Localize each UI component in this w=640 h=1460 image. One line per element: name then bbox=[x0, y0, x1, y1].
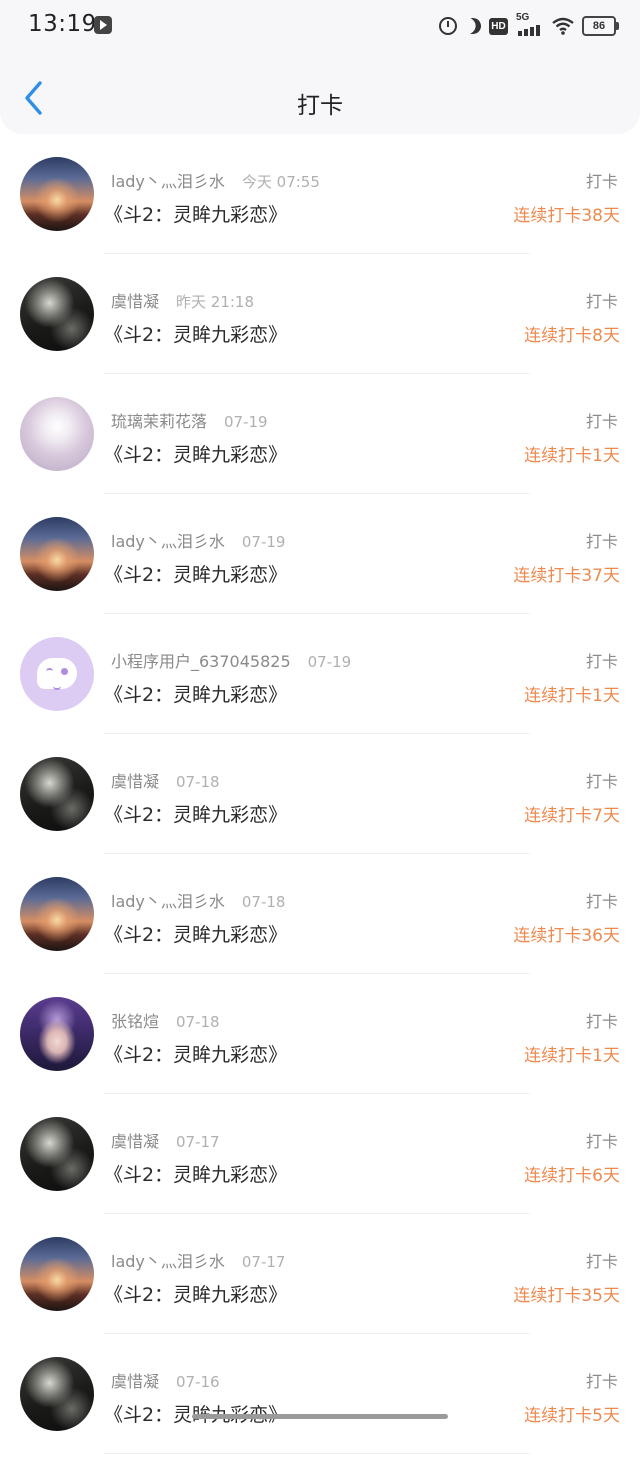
book-title: 《斗2：灵眸九彩恋》 bbox=[104, 1044, 288, 1066]
username[interactable]: lady丶灬泪彡水 bbox=[111, 168, 225, 192]
status-time: 13:19 bbox=[28, 11, 97, 37]
avatar[interactable] bbox=[20, 157, 94, 231]
network-type: 5G bbox=[516, 12, 530, 23]
checkin-type-label: 打卡 bbox=[585, 1252, 618, 1271]
checkin-type-label: 打卡 bbox=[585, 412, 618, 431]
post-time: 07-19 bbox=[224, 413, 268, 431]
username[interactable]: lady丶灬泪彡水 bbox=[111, 528, 225, 552]
avatar[interactable] bbox=[20, 517, 94, 591]
checkin-row[interactable]: lady丶灬泪彡水 07-19 《斗2：灵眸九彩恋》 打卡 连续打卡37天 bbox=[0, 500, 640, 620]
book-title: 《斗2：灵眸九彩恋》 bbox=[104, 444, 288, 466]
username[interactable]: 虞惜凝 bbox=[111, 1368, 159, 1392]
page-title: 打卡 bbox=[297, 93, 343, 119]
streak-label: 连续打卡7天 bbox=[524, 806, 620, 826]
wifi-icon bbox=[552, 17, 574, 35]
post-time: 昨天 21:18 bbox=[176, 293, 255, 311]
book-title: 《斗2：灵眸九彩恋》 bbox=[104, 1284, 288, 1306]
status-icons: HD 5G 86 bbox=[439, 12, 619, 39]
book-title: 《斗2：灵眸九彩恋》 bbox=[104, 804, 288, 826]
streak-label: 连续打卡8天 bbox=[524, 326, 620, 346]
book-title: 《斗2：灵眸九彩恋》 bbox=[104, 924, 288, 946]
checkin-type-label: 打卡 bbox=[585, 292, 618, 311]
streak-label: 连续打卡35天 bbox=[513, 1286, 620, 1306]
book-title: 《斗2：灵眸九彩恋》 bbox=[104, 324, 288, 346]
checkin-type-label: 打卡 bbox=[585, 1132, 618, 1151]
streak-label: 连续打卡38天 bbox=[513, 206, 620, 226]
status-bar: 13:19 HD 5G 86 bbox=[0, 0, 640, 52]
streak-label: 连续打卡36天 bbox=[513, 926, 620, 946]
post-time: 07-19 bbox=[241, 533, 286, 551]
checkin-type-label: 打卡 bbox=[585, 652, 618, 671]
username[interactable]: 小程序用户_637045825 bbox=[111, 648, 291, 672]
checkin-type-label: 打卡 bbox=[585, 772, 618, 791]
avatar[interactable] bbox=[20, 997, 94, 1071]
streak-label: 连续打卡6天 bbox=[524, 1166, 620, 1186]
checkin-type-label: 打卡 bbox=[585, 1372, 618, 1391]
avatar[interactable] bbox=[20, 397, 94, 471]
avatar[interactable] bbox=[20, 757, 94, 831]
checkin-row[interactable]: 小程序用户_637045825 07-19 《斗2：灵眸九彩恋》 打卡 连续打卡… bbox=[0, 620, 640, 740]
post-time: 07-17 bbox=[176, 1133, 220, 1151]
username[interactable]: lady丶灬泪彡水 bbox=[111, 1248, 225, 1272]
post-time: 07-19 bbox=[307, 653, 352, 671]
checkin-type-label: 打卡 bbox=[585, 172, 618, 191]
username[interactable]: 虞惜凝 bbox=[111, 768, 159, 792]
streak-label: 连续打卡5天 bbox=[524, 1406, 620, 1426]
checkin-list: lady丶灬泪彡水 今天 07:55 《斗2：灵眸九彩恋》 打卡 连续打卡38天… bbox=[0, 140, 640, 1460]
username[interactable]: 虞惜凝 bbox=[111, 288, 159, 312]
streak-label: 连续打卡1天 bbox=[524, 686, 620, 706]
avatar[interactable] bbox=[20, 277, 94, 351]
checkin-row[interactable]: 虞惜凝 07-16 《斗2：灵眸九彩恋》 打卡 连续打卡5天 bbox=[0, 1340, 640, 1460]
checkin-row[interactable]: 虞惜凝 07-18 《斗2：灵眸九彩恋》 打卡 连续打卡7天 bbox=[0, 740, 640, 860]
avatar[interactable] bbox=[20, 1357, 94, 1431]
checkin-row[interactable]: lady丶灬泪彡水 今天 07:55 《斗2：灵眸九彩恋》 打卡 连续打卡38天 bbox=[0, 140, 640, 260]
avatar[interactable] bbox=[20, 637, 94, 711]
avatar[interactable] bbox=[20, 1237, 94, 1311]
post-time: 07-18 bbox=[176, 773, 220, 791]
home-indicator[interactable] bbox=[192, 1414, 448, 1419]
book-title: 《斗2：灵眸九彩恋》 bbox=[104, 1164, 288, 1186]
streak-label: 连续打卡37天 bbox=[513, 566, 620, 586]
username[interactable]: 张铭煊 bbox=[111, 1008, 159, 1032]
checkin-type-label: 打卡 bbox=[585, 532, 618, 551]
post-time: 07-18 bbox=[241, 893, 286, 911]
streak-label: 连续打卡1天 bbox=[524, 1046, 620, 1066]
username[interactable]: 虞惜凝 bbox=[111, 1128, 159, 1152]
hd-icon: HD bbox=[489, 17, 508, 35]
post-time: 今天 07:55 bbox=[241, 173, 320, 191]
checkin-row[interactable]: lady丶灬泪彡水 07-17 《斗2：灵眸九彩恋》 打卡 连续打卡35天 bbox=[0, 1220, 640, 1340]
book-title: 《斗2：灵眸九彩恋》 bbox=[104, 204, 288, 226]
checkin-row[interactable]: 虞惜凝 07-17 《斗2：灵眸九彩恋》 打卡 连续打卡6天 bbox=[0, 1100, 640, 1220]
signal-5g-icon: 5G bbox=[516, 12, 544, 36]
checkin-type-label: 打卡 bbox=[585, 1012, 618, 1031]
checkin-type-label: 打卡 bbox=[585, 892, 618, 911]
nav-header: 打卡 bbox=[0, 52, 640, 134]
checkin-row[interactable]: 张铭煊 07-18 《斗2：灵眸九彩恋》 打卡 连续打卡1天 bbox=[0, 980, 640, 1100]
checkin-row[interactable]: lady丶灬泪彡水 07-18 《斗2：灵眸九彩恋》 打卡 连续打卡36天 bbox=[0, 860, 640, 980]
username[interactable]: lady丶灬泪彡水 bbox=[111, 888, 225, 912]
avatar[interactable] bbox=[20, 877, 94, 951]
book-title: 《斗2：灵眸九彩恋》 bbox=[104, 564, 288, 586]
username[interactable]: 琉璃茉莉花落 bbox=[111, 408, 207, 432]
post-time: 07-18 bbox=[176, 1013, 220, 1031]
streak-label: 连续打卡1天 bbox=[524, 446, 620, 466]
moon-icon bbox=[463, 16, 484, 37]
post-time: 07-17 bbox=[241, 1253, 286, 1271]
checkin-row[interactable]: 琉璃茉莉花落 07-19 《斗2：灵眸九彩恋》 打卡 连续打卡1天 bbox=[0, 380, 640, 500]
battery-icon: 86 bbox=[582, 16, 619, 36]
book-title: 《斗2：灵眸九彩恋》 bbox=[104, 684, 288, 706]
checkin-row[interactable]: 虞惜凝 昨天 21:18 《斗2：灵眸九彩恋》 打卡 连续打卡8天 bbox=[0, 260, 640, 380]
alarm-icon bbox=[439, 17, 457, 35]
post-time: 07-16 bbox=[176, 1373, 220, 1391]
avatar[interactable] bbox=[20, 1117, 94, 1191]
video-app-icon bbox=[94, 16, 112, 34]
